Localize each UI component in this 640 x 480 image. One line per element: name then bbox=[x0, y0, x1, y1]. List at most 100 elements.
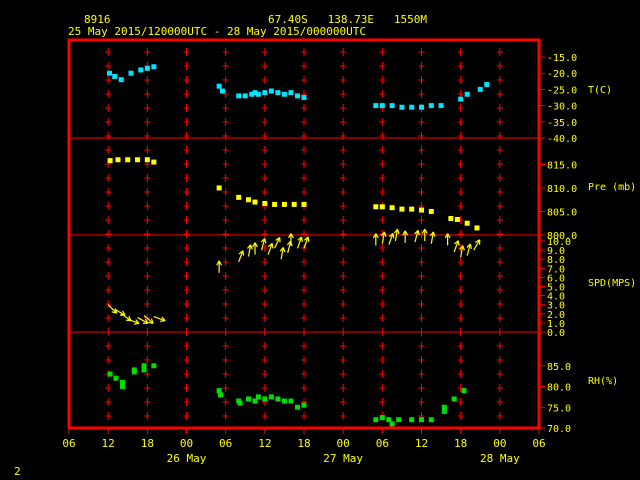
x-tick-label: 06 bbox=[219, 437, 232, 450]
wind-arrow-head bbox=[300, 236, 303, 243]
temperature-point bbox=[419, 104, 424, 110]
temperature-point bbox=[236, 93, 242, 99]
meteogram-chart: 8916 67.40S 138.73E 1550M 25 May 2015/12… bbox=[0, 0, 640, 480]
pressure-point bbox=[272, 201, 278, 207]
temperature-y-tick-label: -30.0 bbox=[547, 102, 577, 113]
temperature-point bbox=[438, 103, 444, 109]
x-tick-label: 00 bbox=[180, 437, 193, 450]
pressure-point bbox=[409, 206, 415, 212]
humidity-point bbox=[120, 384, 126, 389]
humidity-point bbox=[246, 396, 252, 402]
humidity-point bbox=[389, 421, 395, 427]
wind-panel-label: SPD(MPS) bbox=[588, 278, 636, 289]
humidity-point bbox=[428, 417, 434, 423]
time-range: 25 May 2015/120000UTC - 28 May 2015/0000… bbox=[68, 25, 366, 38]
humidity-point bbox=[151, 363, 157, 369]
temperature-point bbox=[458, 96, 464, 102]
x-tick-label: 06 bbox=[62, 437, 75, 450]
wind-arrow-head bbox=[133, 322, 140, 325]
humidity-point bbox=[294, 404, 300, 410]
x-tick-label: 12 bbox=[415, 437, 428, 450]
wind-arrow-head bbox=[271, 243, 274, 249]
temperature-point bbox=[118, 77, 124, 83]
temperature-point bbox=[275, 90, 281, 96]
temperature-point bbox=[373, 103, 379, 109]
temperature-y-tick-label: -40.0 bbox=[547, 134, 577, 145]
temperature-point bbox=[477, 86, 483, 92]
pressure-point bbox=[115, 157, 121, 163]
temperature-point bbox=[138, 67, 144, 73]
temperature-point bbox=[379, 103, 385, 109]
temperature-point bbox=[262, 90, 268, 96]
humidity-point bbox=[217, 392, 223, 398]
humidity-point bbox=[396, 417, 402, 423]
temperature-y-tick-label: -35.0 bbox=[547, 118, 577, 129]
x-tick-label: 00 bbox=[493, 437, 506, 450]
pressure-point bbox=[151, 159, 157, 165]
temperature-point bbox=[219, 88, 225, 94]
pressure-point bbox=[135, 157, 141, 163]
pressure-point bbox=[216, 185, 222, 191]
humidity-y-tick-label: 75.0 bbox=[547, 403, 571, 414]
x-tick-label: 00 bbox=[337, 437, 350, 450]
wind-y-tick-label: 10.0 bbox=[547, 237, 571, 248]
x-tick-label: 12 bbox=[258, 437, 271, 450]
pressure-point bbox=[454, 216, 460, 222]
temperature-point bbox=[389, 103, 395, 109]
wind-arrow-head bbox=[392, 233, 395, 239]
temperature-point bbox=[484, 82, 490, 88]
temperature-point bbox=[144, 65, 150, 71]
pressure-point bbox=[448, 216, 454, 222]
temperature-point bbox=[281, 91, 287, 97]
pressure-point bbox=[399, 206, 405, 212]
pressure-point bbox=[373, 204, 379, 210]
pressure-point bbox=[389, 205, 395, 211]
pressure-y-tick-label: 810.0 bbox=[547, 184, 577, 195]
pressure-point bbox=[252, 199, 258, 205]
humidity-point bbox=[288, 398, 294, 404]
wind-arrow-head bbox=[160, 320, 166, 322]
humidity-point bbox=[131, 367, 137, 373]
pressure-point bbox=[474, 225, 480, 231]
temperature-point bbox=[151, 64, 157, 70]
humidity-point bbox=[275, 396, 281, 402]
humidity-point bbox=[419, 417, 424, 423]
page-number: 2 bbox=[14, 465, 21, 478]
pressure-point bbox=[379, 204, 385, 210]
humidity-point bbox=[301, 402, 307, 408]
pressure-point bbox=[107, 158, 113, 164]
humidity-point bbox=[281, 398, 287, 404]
temperature-y-tick-label: -25.0 bbox=[547, 85, 577, 96]
x-tick-label: 18 bbox=[141, 437, 154, 450]
humidity-point bbox=[451, 396, 457, 402]
temperature-point bbox=[242, 93, 248, 99]
pressure-point bbox=[236, 194, 242, 200]
humidity-point bbox=[141, 367, 147, 373]
pressure-point bbox=[262, 200, 268, 206]
humidity-point bbox=[409, 417, 415, 423]
humidity-point bbox=[262, 396, 268, 402]
pressure-panel-label: Pre (mb) bbox=[588, 182, 636, 193]
temperature-point bbox=[255, 91, 261, 97]
temperature-point bbox=[268, 88, 274, 94]
temperature-point bbox=[399, 104, 405, 110]
pressure-point bbox=[301, 201, 307, 207]
x-date-label: 28 May bbox=[480, 452, 520, 465]
temperature-point bbox=[294, 93, 300, 99]
wind-arrow-head bbox=[242, 250, 245, 256]
x-tick-label: 12 bbox=[102, 437, 115, 450]
temperature-point bbox=[112, 73, 118, 79]
humidity-point bbox=[255, 394, 261, 400]
pressure-point bbox=[144, 157, 150, 163]
x-tick-label: 06 bbox=[376, 437, 389, 450]
x-tick-label: 18 bbox=[297, 437, 310, 450]
pressure-point bbox=[291, 201, 297, 207]
humidity-point bbox=[268, 394, 274, 400]
x-tick-label: 18 bbox=[454, 437, 467, 450]
pressure-point bbox=[428, 208, 434, 214]
humidity-point bbox=[237, 400, 243, 406]
humidity-y-tick-label: 70.0 bbox=[547, 424, 571, 435]
pressure-point bbox=[419, 207, 424, 213]
temperature-point bbox=[428, 103, 434, 109]
humidity-y-tick-label: 80.0 bbox=[547, 383, 571, 394]
